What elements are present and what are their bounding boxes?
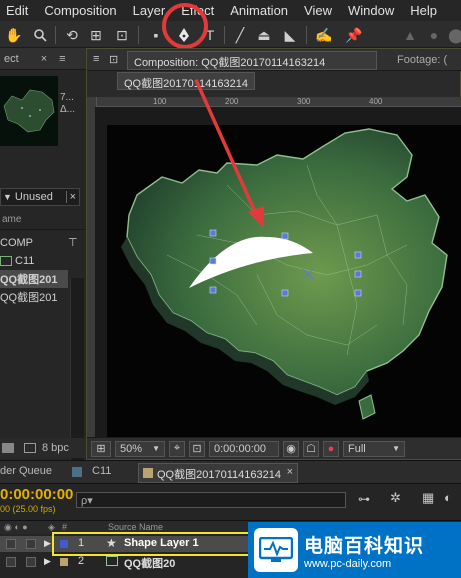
solo-toggle[interactable]	[26, 539, 36, 549]
folder-icon[interactable]	[2, 443, 14, 453]
column-header-name[interactable]: ame	[0, 214, 86, 230]
puppet-pin-icon[interactable]: 📌	[344, 25, 364, 45]
eraser-icon[interactable]: ◣	[280, 25, 300, 45]
timeline-tabbar: der Queue C11 QQ截图20170114163214 ×	[0, 460, 461, 484]
comp-icon	[0, 256, 12, 266]
rotate-icon[interactable]: ⟲	[62, 25, 82, 45]
composition-canvas[interactable]	[107, 125, 461, 437]
render-queue-tab[interactable]: der Queue	[0, 465, 52, 477]
project-thumbnail	[0, 76, 58, 146]
project-panel: ect × ≡ 7... Δ... ▼ Unused × ame COMP ⊤ …	[0, 48, 86, 488]
pen-tool-highlight-circle	[162, 3, 208, 49]
list-item[interactable]: COMP	[0, 234, 68, 252]
panel-menu-icon[interactable]: ≡	[93, 53, 99, 65]
watermark-url: www.pc-daily.com	[304, 557, 392, 570]
zoom-select[interactable]: 50% ▼	[115, 440, 165, 457]
unused-filter[interactable]: ▼ Unused ×	[0, 188, 80, 206]
camera-icon[interactable]: ⊞	[86, 25, 106, 45]
thumbnail-info: 7... Δ...	[60, 92, 76, 115]
composition-footer: ⊞ 50% ▼ ⌖ ⊡ 0:00:00:00 ◉ ☖ ● Full ▼	[87, 437, 461, 459]
composition-tab[interactable]: Composition: QQ截图20170114163214	[127, 51, 377, 70]
footage-icon	[106, 556, 118, 566]
hand-icon[interactable]: ✋	[4, 25, 24, 45]
menu-bar: Edit Composition Layer Effect Animation …	[0, 0, 461, 21]
roto-brush-icon[interactable]: ✍	[314, 25, 334, 45]
composition-panel: ≡ ⊡ Composition: QQ截图20170114163214 Foot…	[86, 48, 461, 460]
channel-icon[interactable]: ●	[323, 440, 339, 457]
china-map-image	[121, 128, 448, 420]
current-time[interactable]: 0:00:00:00	[0, 486, 73, 503]
timecode-button[interactable]: 0:00:00:00	[209, 440, 279, 457]
list-item[interactable]: QQ截图201	[0, 270, 68, 288]
footage-tab[interactable]: Footage: (	[397, 54, 447, 66]
pan-behind-icon[interactable]: ⊡	[112, 25, 132, 45]
visibility-toggle[interactable]	[6, 539, 16, 549]
menu-edit[interactable]: Edit	[0, 3, 36, 18]
label-color-icon[interactable]	[60, 558, 68, 566]
close-icon[interactable]: ×	[287, 466, 293, 478]
menu-window[interactable]: Window	[340, 3, 402, 18]
av-switches-icon: ◉ ◐ ●	[4, 522, 28, 532]
frame-rate: 00 (25.00 fps)	[0, 504, 56, 514]
grid-icon[interactable]: ⊡	[189, 440, 205, 457]
project-tab[interactable]: ect	[0, 53, 23, 65]
snapshot-icon[interactable]: ◉	[283, 440, 299, 457]
watermark-logo	[254, 528, 298, 572]
fit-icon[interactable]: ⌖	[169, 440, 185, 457]
menu-composition[interactable]: Composition	[36, 3, 124, 18]
comp-tab-c11[interactable]: C11	[92, 465, 111, 477]
dropdown-arrow-icon: ▼	[3, 192, 12, 202]
menu-help[interactable]: Help	[402, 3, 445, 18]
composition-viewer[interactable]	[95, 107, 461, 437]
tool-option-icon[interactable]: ▲	[400, 25, 420, 45]
comp-tab-color-icon	[143, 468, 153, 478]
source-name-header[interactable]: Source Name	[108, 522, 163, 532]
comp-tab-color-icon	[72, 467, 82, 477]
hierarchy-icon[interactable]: ⊤	[68, 236, 78, 249]
expand-arrow-icon[interactable]: ▶	[44, 538, 51, 549]
layer-highlight-box	[52, 532, 264, 556]
zoom-icon[interactable]	[30, 25, 50, 45]
tools-toolbar: ✋ ⟲ ⊞ ⊡ ▪ T ╱ ⏏ ◣ ✍ 📌 ▲ ● ⬤	[0, 21, 461, 48]
resolution-select[interactable]: Full ▼	[343, 440, 405, 457]
comp-mini-flowchart-icon[interactable]: ⊶	[358, 492, 370, 506]
new-comp-icon[interactable]	[24, 443, 36, 453]
watermark: 电脑百科知识 www.pc-daily.com	[248, 522, 461, 578]
tool-option-icon[interactable]: ⬤	[446, 25, 461, 45]
list-item[interactable]: C11	[0, 252, 68, 270]
tool-option-icon[interactable]: ●	[424, 25, 444, 45]
solo-toggle[interactable]	[26, 557, 36, 567]
frame-blending-icon[interactable]: ▦	[422, 490, 434, 506]
list-item[interactable]: QQ截图201	[0, 288, 68, 306]
motion-blur-icon[interactable]: ◐	[444, 490, 452, 505]
breadcrumb[interactable]: QQ截图20170114163214	[117, 72, 255, 90]
close-icon[interactable]: ×	[37, 53, 51, 65]
lock-icon[interactable]: ⊡	[109, 53, 118, 66]
panel-menu-icon[interactable]: ≡	[55, 53, 69, 65]
project-footer: 8 bpc	[0, 438, 86, 458]
timeline-search-input[interactable]: ρ▾	[76, 492, 346, 508]
layer-name[interactable]: QQ截图20	[124, 555, 175, 571]
magnify-icon[interactable]: ⊞	[91, 440, 111, 457]
visibility-toggle[interactable]	[6, 557, 16, 567]
show-snapshot-icon[interactable]: ☖	[303, 440, 319, 457]
watermark-title: 电脑百科知识	[304, 535, 425, 557]
menu-animation[interactable]: Animation	[222, 3, 296, 18]
clear-icon[interactable]: ×	[65, 191, 79, 203]
clone-stamp-icon[interactable]: ⏏	[254, 25, 274, 45]
expand-arrow-icon[interactable]: ▶	[44, 556, 51, 567]
draft-3d-icon[interactable]: ✲	[390, 490, 401, 506]
layer-number: 2	[78, 555, 85, 567]
bpc-label[interactable]: 8 bpc	[42, 442, 69, 454]
active-timeline-tab[interactable]: QQ截图20170114163214 ×	[138, 463, 298, 483]
brush-icon[interactable]: ╱	[230, 25, 250, 45]
menu-view[interactable]: View	[296, 3, 340, 18]
horizontal-ruler: 100 200 300 400	[97, 97, 461, 107]
